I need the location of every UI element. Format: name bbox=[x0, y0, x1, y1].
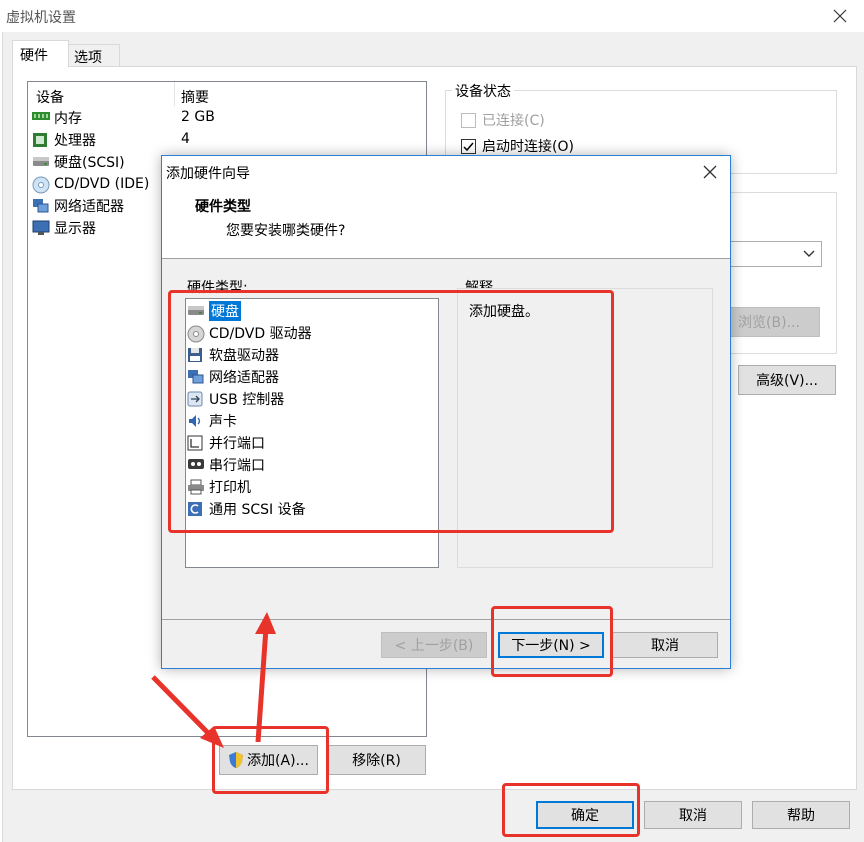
arrow-up-head bbox=[255, 612, 276, 634]
annotation-arrows bbox=[151, 612, 276, 748]
arrow-diagonal bbox=[151, 675, 214, 739]
arrow-up bbox=[255, 627, 269, 743]
tab-hardware-label: 硬件 bbox=[20, 48, 48, 64]
tab-hardware[interactable]: 硬件 bbox=[12, 40, 69, 67]
